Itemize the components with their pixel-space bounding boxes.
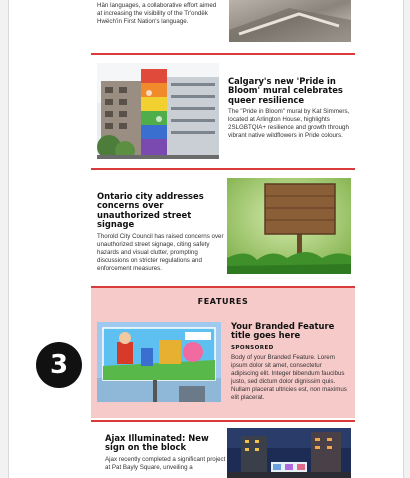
- article-image: [229, 0, 351, 42]
- article-summary: Thorold City Council has raised concerns…: [97, 232, 224, 272]
- features-title: FEATURES: [197, 297, 249, 306]
- article-ontario-signage[interactable]: Ontario city addresses concerns over una…: [91, 172, 355, 278]
- feature-text: Your Branded Feature title goes here SPO…: [231, 321, 351, 402]
- article-headline[interactable]: Ontario city addresses concerns over una…: [97, 191, 225, 230]
- article-headline[interactable]: Calgary's new 'Pride in Bloom' mural cel…: [228, 76, 352, 105]
- article-headline[interactable]: Ajax Illuminated: New sign on the block: [105, 433, 229, 453]
- divider: [91, 53, 355, 55]
- article-image: [227, 178, 351, 274]
- feature-headline[interactable]: Your Branded Feature title goes here: [231, 321, 351, 341]
- article-text: Ontario city addresses concerns over una…: [97, 191, 225, 273]
- article-image: [227, 428, 351, 478]
- article-image: [97, 63, 219, 159]
- divider: [91, 168, 355, 170]
- feature-summary: Body of your Branded Feature. Lorem ipsu…: [231, 353, 347, 401]
- sponsored-label: SPONSORED: [231, 344, 274, 351]
- article-summary: Ajax recently completed a significant pr…: [105, 455, 226, 471]
- feature-image[interactable]: [97, 322, 221, 402]
- article-ajax[interactable]: Ajax Illuminated: New sign on the block …: [91, 424, 355, 478]
- article-summary: The "Pride in Bloom" mural by Kat Simmer…: [228, 108, 350, 140]
- article-text: Ajax Illuminated: New sign on the block …: [105, 433, 229, 472]
- article-calgary-mural[interactable]: Calgary's new 'Pride in Bloom' mural cel…: [91, 58, 355, 166]
- divider: [91, 420, 355, 422]
- features-section: FEATURES Your Branded Feature title goes…: [91, 288, 355, 418]
- article-summary: Hän languages, a collaborative effort ai…: [97, 2, 217, 25]
- article-text: Calgary's new 'Pride in Bloom' mural cel…: [228, 76, 352, 140]
- step-number-badge: 3: [36, 342, 82, 388]
- newsletter-card: Hän languages, a collaborative effort ai…: [8, 0, 404, 478]
- article-hän-language[interactable]: Hän languages, a collaborative effort ai…: [91, 0, 355, 50]
